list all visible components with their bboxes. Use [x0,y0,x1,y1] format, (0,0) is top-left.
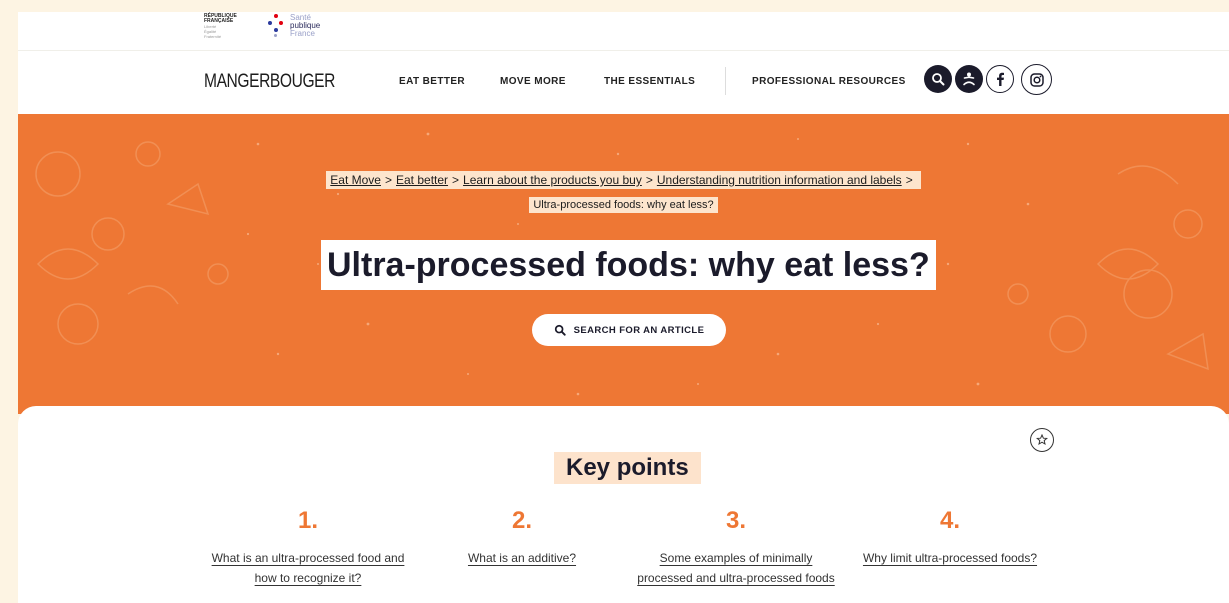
instagram-button[interactable] [1021,64,1052,95]
breadcrumb-eat-better[interactable]: Eat better [396,173,448,187]
favorite-button[interactable] [1030,428,1054,452]
search-icon [554,324,566,336]
breadcrumb-separator: > [645,173,653,187]
breadcrumb-separator: > [384,173,392,187]
search-article-label: SEARCH FOR AN ARTICLE [573,324,705,336]
spf-line: France [290,29,315,38]
key-point-link[interactable]: What is an additive? [422,548,622,568]
accessibility-button[interactable] [955,65,983,93]
nav-professional-resources[interactable]: PROFESSIONAL RESOURCES [752,76,906,87]
search-icon [932,73,945,86]
key-points-title: Key points [554,452,701,484]
facebook-button[interactable] [986,65,1014,93]
key-point-4: 4. Why limit ultra-processed foods? [850,506,1050,568]
breadcrumb-separator: > [452,173,460,187]
hero-banner: Eat Move > Eat better > Learn about the prod… [18,114,1229,414]
key-point-number: 3. [725,507,746,534]
breadcrumb-learn-products[interactable]: Learn about the products you buy [463,173,642,187]
star-icon [1036,434,1048,446]
search-button[interactable] [924,65,952,93]
key-point-number: 2. [511,507,532,534]
article-content: Key points 1. What is an ultra-processed… [18,406,1229,603]
page-title: Ultra-processed foods: why eat less? [321,240,936,290]
key-point-number: 4. [939,507,960,534]
breadcrumb-nutrition-labels[interactable]: Understanding nutrition information and … [657,173,902,187]
institutional-bar: RÉPUBLIQUE FRANÇAISE Liberté Égalité Fra… [18,12,1229,50]
nav-divider [725,67,726,95]
brand-logo[interactable]: MANGERBOUGER [204,71,335,93]
facebook-icon [997,72,1004,86]
breadcrumb-eat-move[interactable]: Eat Move [330,173,381,187]
spf-dots-icon [266,14,286,38]
sante-publique-france-logo[interactable]: Santé publique France [266,14,320,40]
instagram-icon [1029,72,1044,87]
accessibility-icon [963,72,975,86]
key-point-link[interactable]: Why limit ultra-processed foods? [850,548,1050,568]
main-header: MANGERBOUGER EAT BETTER MOVE MORE THE ES… [18,50,1229,114]
key-point-3: 3. Some examples of minimally processed … [636,506,836,588]
key-point-2: 2. What is an additive? [422,506,622,568]
key-point-link[interactable]: Some examples of minimally processed and… [636,548,836,588]
search-article-button[interactable]: SEARCH FOR AN ARTICLE [532,314,726,346]
breadcrumb-trail: Eat Move > Eat better > Learn about the prod… [326,171,921,189]
republique-francaise-logo[interactable]: RÉPUBLIQUE FRANÇAISE Liberté Égalité Fra… [204,14,244,40]
breadcrumb: Eat Move > Eat better > Learn about the prod… [18,168,1229,217]
spf-text: Santé publique France [290,14,320,38]
nav-eat-better[interactable]: EAT BETTER [399,76,465,87]
key-point-number: 1. [297,507,318,534]
breadcrumb-separator: > [905,173,913,187]
nav-move-more[interactable]: MOVE MORE [500,76,566,87]
rf-motto: Fraternité [204,34,222,39]
key-point-1: 1. What is an ultra-processed food and h… [208,506,408,588]
key-point-link[interactable]: What is an ultra-processed food and how … [208,548,408,588]
breadcrumb-current: Ultra-processed foods: why eat less? [529,197,718,213]
nav-the-essentials[interactable]: THE ESSENTIALS [604,76,695,87]
page: RÉPUBLIQUE FRANÇAISE Liberté Égalité Fra… [18,12,1229,603]
